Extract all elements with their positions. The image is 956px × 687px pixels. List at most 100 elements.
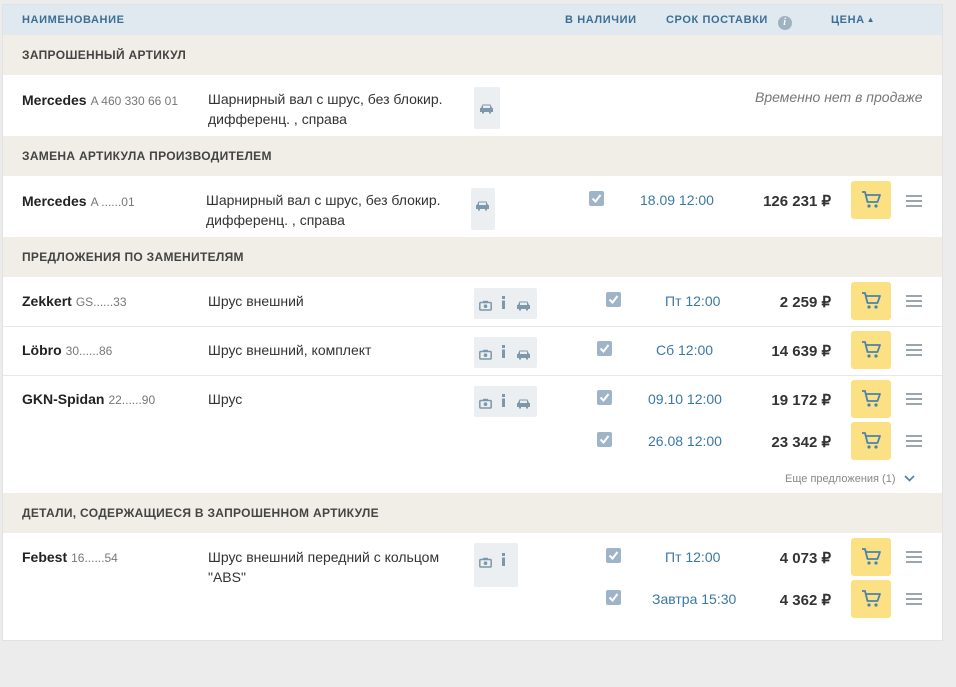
menu-icon[interactable] [906,593,922,605]
description-line: дифференц. , справа [208,111,347,127]
results-panel: НАИМЕНОВАНИЕ В НАЛИЧИИ СРОК ПОСТАВКИ i ЦЕ… [2,4,943,641]
section-replacement: ЗАМЕНА АРТИКУЛА ПРОИЗВОДИТЕЛЕМ [3,136,942,176]
article-number: A 460 330 66 01 [90,94,179,108]
in-stock-checkbox [606,292,621,307]
row-divider [3,375,942,376]
in-stock-checkbox [606,590,621,605]
camera-icon[interactable] [479,396,492,412]
info-icon[interactable] [501,345,506,361]
menu-icon[interactable] [906,551,922,563]
in-stock-checkbox [589,191,604,206]
article-number: 16......54 [71,551,118,565]
car-icon[interactable] [516,298,531,314]
delivery-date: 26.08 12:00 [648,433,722,449]
delivery-date: Завтра 15:30 [652,591,737,607]
brand-name[interactable]: Zekkert [22,293,72,309]
description-line: Шрус внешний [208,293,304,309]
article-number: GS......33 [75,295,127,309]
info-icon[interactable] [501,296,506,312]
brand-name[interactable]: Mercedes [22,92,87,108]
add-to-cart-button[interactable] [851,282,891,320]
description: Шрус [208,389,242,409]
description-line: Шрус [208,391,243,407]
car-icon[interactable] [475,198,490,214]
menu-icon[interactable] [906,195,922,207]
section-title: ЗАПРОШЕННЫЙ АРТИКУЛ [22,48,187,62]
add-to-cart-button[interactable] [851,331,891,369]
price: 23 342 ₽ [771,434,831,451]
icon-group [471,188,495,230]
column-name-header[interactable]: НАИМЕНОВАНИЕ [22,14,125,26]
description: Шрус внешний передний с кольцом "ABS" [208,547,439,587]
car-icon[interactable] [479,101,494,117]
brand-name[interactable]: Löbro [22,342,62,358]
price: 19 172 ₽ [771,392,831,409]
add-to-cart-button[interactable] [851,181,891,219]
add-to-cart-button[interactable] [851,580,891,618]
description: Шрус внешний, комплект [208,340,371,360]
icon-group [474,386,537,417]
section-substitutes: ПРЕДЛОЖЕНИЯ ПО ЗАМЕНИТЕЛЯМ [3,237,942,277]
menu-icon[interactable] [906,435,922,447]
menu-icon[interactable] [906,295,922,307]
delivery-date: 09.10 12:00 [648,391,722,407]
column-price-header[interactable]: ЦЕНА ▲ [831,14,875,26]
description: Шарнирный вал с шрус, без блокир. диффере… [206,190,441,230]
section-title: ЗАМЕНА АРТИКУЛА ПРОИЗВОДИТЕЛЕМ [22,149,272,163]
more-offers-link[interactable]: Еще предложения (1) [785,473,915,485]
description-line: Шрус внешний передний с кольцом [208,549,440,565]
unavailable-status: Временно нет в продаже [755,89,923,105]
description-line: "ABS" [208,569,246,585]
column-stock-header[interactable]: В НАЛИЧИИ [565,14,637,26]
icon-group [474,288,537,319]
article-number: A ......01 [90,195,135,209]
price: 14 639 ₽ [771,343,831,360]
brand-name[interactable]: Febest [22,549,67,565]
camera-icon[interactable] [479,555,492,571]
delivery-date: Пт 12:00 [665,293,721,309]
in-stock-checkbox [597,390,612,405]
icon-group [474,337,537,368]
more-offers-label: Еще предложения (1) [785,473,896,485]
car-icon[interactable] [516,347,531,363]
brand-cell: Löbro 30......86 [22,342,112,358]
chevron-down-icon [903,473,915,485]
in-stock-checkbox [597,341,612,356]
delivery-date: Сб 12:00 [656,342,714,358]
brand-cell: Mercedes A 460 330 66 01 [22,92,178,108]
section-contained: ДЕТАЛИ, СОДЕРЖАЩИЕСЯ В ЗАПРОШЕННОМ АРТИК… [3,493,942,533]
brand-name[interactable]: Mercedes [22,193,87,209]
icon-group [474,87,500,129]
article-number: 30......86 [65,344,113,358]
info-icon[interactable] [501,394,506,410]
menu-icon[interactable] [906,393,922,405]
price: 4 073 ₽ [779,550,831,567]
price-header-label: ЦЕНА [831,14,865,26]
add-to-cart-button[interactable] [851,380,891,418]
camera-icon[interactable] [479,298,492,314]
menu-icon[interactable] [906,344,922,356]
section-title: ДЕТАЛИ, СОДЕРЖАЩИЕСЯ В ЗАПРОШЕННОМ АРТИК… [22,506,379,520]
brand-cell: Mercedes A ......01 [22,193,135,209]
info-circle-icon[interactable]: i [777,16,792,30]
price: 2 259 ₽ [779,294,831,311]
description: Шрус внешний [208,291,304,311]
description: Шарнирный вал с шрус, без блокир. диффере… [208,89,443,129]
info-icon[interactable] [501,553,506,569]
car-icon[interactable] [516,396,531,412]
column-delivery-header[interactable]: СРОК ПОСТАВКИ i [666,14,792,30]
row-divider [3,326,942,327]
brand-cell: Zekkert GS......33 [22,293,127,309]
brand-name[interactable]: GKN-Spidan [22,391,104,407]
camera-icon[interactable] [479,347,492,363]
description-line: дифференц. , справа [206,212,345,228]
brand-cell: GKN-Spidan 22......90 [22,391,155,407]
price: 4 362 ₽ [779,592,831,609]
add-to-cart-button[interactable] [851,538,891,576]
price: 126 231 ₽ [763,193,831,210]
delivery-date: 18.09 12:00 [640,192,714,208]
add-to-cart-button[interactable] [851,422,891,460]
description-line: Шарнирный вал с шрус, без блокир. [208,91,443,107]
icon-group [474,543,518,587]
article-number: 22......90 [108,393,156,407]
